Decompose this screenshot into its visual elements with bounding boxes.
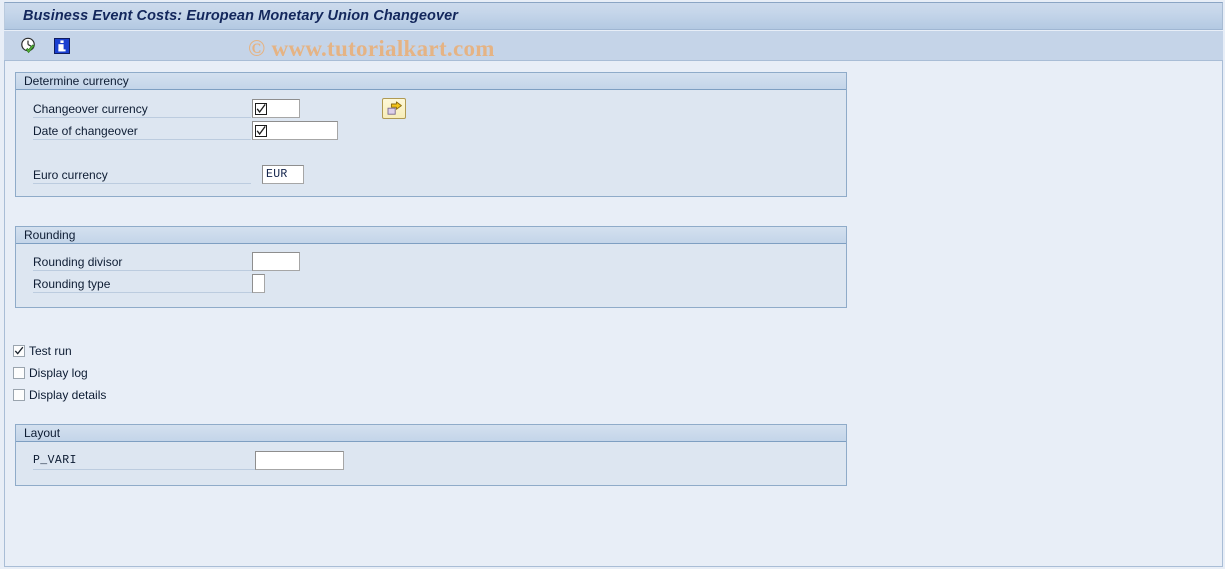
checkbox-test-run-box[interactable] xyxy=(13,345,25,357)
checkmark-icon xyxy=(14,346,24,355)
row-date-of-changeover: Date of changeover xyxy=(33,121,251,140)
input-date-of-changeover[interactable] xyxy=(252,121,338,140)
group-determine-currency-body: Changeover currency Date of changeover E… xyxy=(16,90,846,196)
page-title: Business Event Costs: European Monetary … xyxy=(23,8,459,24)
input-euro-currency[interactable]: EUR xyxy=(262,165,304,184)
label-changeover-currency: Changeover currency xyxy=(33,100,251,118)
execute-clock-icon[interactable] xyxy=(18,35,40,57)
input-rounding-type[interactable] xyxy=(252,274,265,293)
label-p-vari: P_VARI xyxy=(33,452,255,470)
group-rounding-header: Rounding xyxy=(16,227,846,244)
input-rounding-divisor[interactable] xyxy=(252,252,300,271)
group-layout-header: Layout xyxy=(16,425,846,442)
possible-entries-icon xyxy=(255,102,267,115)
row-euro-currency: Euro currency xyxy=(33,165,251,184)
checkbox-display-details-label: Display details xyxy=(29,388,107,402)
content-area: Determine currency Changeover currency D… xyxy=(4,61,1223,567)
group-determine-currency-header: Determine currency xyxy=(16,73,846,90)
row-rounding-type: Rounding type xyxy=(33,274,262,293)
input-changeover-currency[interactable] xyxy=(252,99,300,118)
group-layout-body: P_VARI xyxy=(16,442,846,485)
group-rounding-title: Rounding xyxy=(24,228,76,242)
label-euro-currency: Euro currency xyxy=(33,166,251,184)
checkbox-display-log-label: Display log xyxy=(29,366,88,380)
group-layout: Layout P_VARI xyxy=(15,424,847,486)
group-determine-currency: Determine currency Changeover currency D… xyxy=(15,72,847,197)
label-rounding-divisor: Rounding divisor xyxy=(33,253,262,271)
arrow-right-icon xyxy=(387,101,402,115)
input-p-vari[interactable] xyxy=(255,451,344,470)
row-rounding-divisor: Rounding divisor xyxy=(33,252,262,271)
value-euro-currency: EUR xyxy=(266,168,288,181)
group-determine-currency-title: Determine currency xyxy=(24,74,129,88)
checkbox-display-log-box[interactable] xyxy=(13,367,25,379)
checkbox-display-log[interactable]: Display log xyxy=(13,365,88,381)
group-layout-title: Layout xyxy=(24,426,61,440)
window-title-bar: Business Event Costs: European Monetary … xyxy=(4,2,1223,30)
label-date-of-changeover: Date of changeover xyxy=(33,122,251,140)
row-changeover-currency: Changeover currency xyxy=(33,99,251,118)
possible-entries-icon xyxy=(255,124,267,137)
checkbox-test-run-label: Test run xyxy=(29,344,72,358)
checkbox-display-details-box[interactable] xyxy=(13,389,25,401)
group-rounding-body: Rounding divisor Rounding type xyxy=(16,244,846,307)
information-icon[interactable] xyxy=(51,35,73,57)
row-p-vari: P_VARI xyxy=(33,451,255,470)
checkbox-display-details[interactable]: Display details xyxy=(13,387,106,403)
toolbar xyxy=(4,31,1223,61)
group-rounding: Rounding Rounding divisor Rounding type xyxy=(15,226,847,308)
multiple-selection-button[interactable] xyxy=(382,98,406,119)
checkbox-test-run[interactable]: Test run xyxy=(13,343,72,359)
label-rounding-type: Rounding type xyxy=(33,275,262,293)
